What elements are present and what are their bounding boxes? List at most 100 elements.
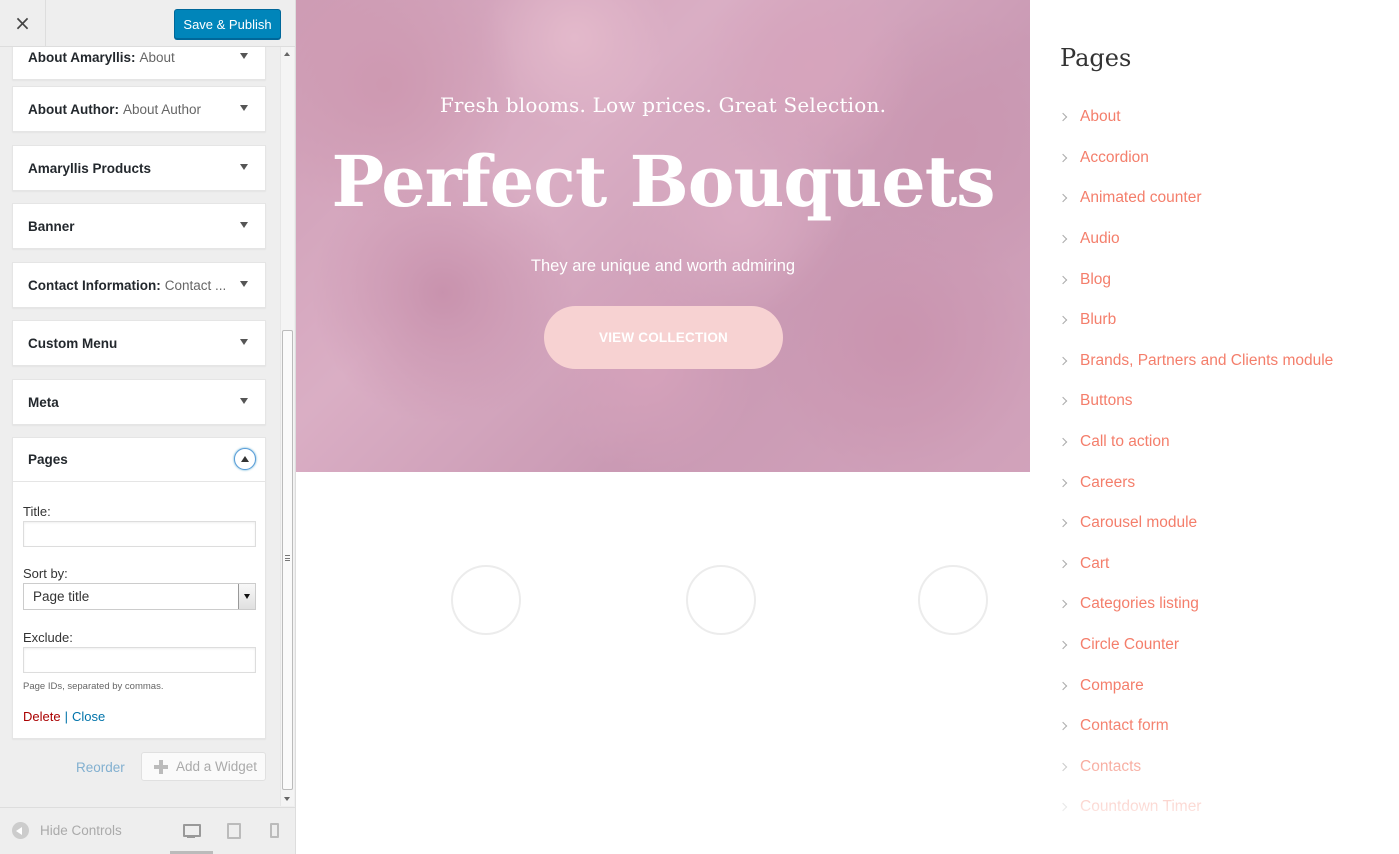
widget-header[interactable]: Amaryllis Products: [13, 146, 265, 190]
chevron-right-icon: [1058, 194, 1068, 203]
pages-widget-title: Pages: [1060, 44, 1132, 72]
chevron-right-icon: [1058, 234, 1068, 244]
chevron-right-icon: [1058, 681, 1068, 690]
close-widget-link[interactable]: Close: [72, 709, 105, 724]
view-collection-button[interactable]: VIEW COLLECTION: [544, 306, 783, 369]
widget-header[interactable]: Custom Menu: [13, 321, 265, 365]
widget-header[interactable]: Contact Information: Contact ...: [13, 263, 265, 307]
widget-amaryllis-products[interactable]: Amaryllis Products: [12, 145, 266, 191]
page-link-label: Blurb: [1080, 311, 1117, 329]
widget-title: Meta: [28, 394, 59, 410]
expand-arrow-icon[interactable]: [240, 53, 248, 59]
page-link-label: Animated counter: [1080, 189, 1202, 207]
collapse-arrow-icon[interactable]: [234, 448, 256, 470]
expand-arrow-icon[interactable]: [240, 339, 248, 345]
widget-about-amaryllis[interactable]: About Amaryllis: About: [12, 47, 266, 80]
page-link-item[interactable]: Countdown Timer: [1058, 787, 1380, 828]
page-link-item[interactable]: Call to action: [1058, 422, 1380, 463]
page-link-label: About: [1080, 108, 1121, 126]
widget-title: Contact Information:: [28, 277, 161, 293]
expand-arrow-icon[interactable]: [240, 105, 248, 111]
widget-header[interactable]: Banner: [13, 204, 265, 248]
chevron-right-icon: [1058, 518, 1068, 528]
page-link-item[interactable]: Accordion: [1058, 138, 1380, 179]
site-preview: Fresh blooms. Low prices. Great Selectio…: [296, 0, 1399, 854]
chevron-right-icon: [1058, 113, 1068, 122]
scroll-down-arrow-icon[interactable]: [284, 797, 290, 801]
mobile-preview-icon[interactable]: [269, 823, 279, 839]
widget-header[interactable]: Pages: [13, 438, 265, 482]
delete-widget-link[interactable]: Delete: [23, 709, 61, 724]
panel-scrollbar[interactable]: [280, 47, 294, 806]
chevron-right-icon: [1058, 762, 1068, 772]
widget-header[interactable]: Meta: [13, 380, 265, 424]
reorder-link[interactable]: Reorder: [76, 760, 125, 775]
brand-logo-4: [686, 565, 756, 635]
page-link-item[interactable]: Careers: [1058, 462, 1380, 503]
customizer-header: × Save & Publish: [0, 0, 295, 47]
hero-banner: Fresh blooms. Low prices. Great Selectio…: [296, 0, 1030, 472]
close-icon: ×: [14, 11, 31, 35]
tablet-preview-icon[interactable]: [226, 823, 244, 839]
widget-meta[interactable]: Meta: [12, 379, 266, 425]
page-link-label: Careers: [1080, 473, 1136, 491]
chevron-right-icon: [1058, 600, 1068, 609]
page-link-label: Compare: [1080, 676, 1144, 694]
page-link-label: Categories listing: [1080, 595, 1199, 613]
exclude-label: Exclude:: [23, 630, 73, 645]
page-link-label: Audio: [1080, 230, 1120, 248]
expand-arrow-icon[interactable]: [240, 281, 248, 287]
page-link-item[interactable]: Brands, Partners and Clients module: [1058, 341, 1380, 382]
page-link-item[interactable]: About: [1058, 97, 1380, 138]
widget-subtitle: About Author: [122, 101, 202, 117]
widget-contact-information[interactable]: Contact Information: Contact ...: [12, 262, 266, 308]
add-widget-button[interactable]: Add a Widget: [141, 752, 266, 781]
page-link-item[interactable]: Blog: [1058, 259, 1380, 300]
page-link-item[interactable]: Animated counter: [1058, 178, 1380, 219]
widget-subtitle: Contact ...: [164, 277, 227, 293]
page-link-item[interactable]: Contacts: [1058, 747, 1380, 788]
page-link-item[interactable]: Categories listing: [1058, 584, 1380, 625]
title-input[interactable]: [23, 521, 256, 547]
chevron-right-icon: [1058, 437, 1068, 447]
action-separator: |: [64, 709, 68, 724]
widget-title: About Amaryllis:: [28, 49, 136, 65]
hide-controls-button[interactable]: Hide Controls: [12, 822, 122, 839]
page-link-label: Carousel module: [1080, 514, 1198, 532]
exclude-input[interactable]: [23, 647, 256, 673]
save-publish-button[interactable]: Save & Publish: [174, 9, 281, 39]
page-link-item[interactable]: Buttons: [1058, 381, 1380, 422]
page-link-item[interactable]: Compare: [1058, 665, 1380, 706]
scrollbar-thumb[interactable]: [282, 330, 293, 790]
widget-about-author[interactable]: About Author: About Author: [12, 86, 266, 132]
widget-pages-expanded: Pages Title: Sort by: Page title Exclude…: [12, 437, 266, 739]
expand-arrow-icon[interactable]: [240, 164, 248, 170]
widget-title: Pages: [28, 452, 68, 467]
page-link-label: Contact form: [1080, 717, 1169, 735]
hero-overlay: [296, 0, 1030, 472]
widget-custom-menu[interactable]: Custom Menu: [12, 320, 266, 366]
chevron-right-icon: [1058, 153, 1068, 163]
dropdown-arrow-icon[interactable]: [238, 584, 255, 609]
page-link-item[interactable]: Blurb: [1058, 300, 1380, 341]
chevron-right-icon: [1058, 803, 1068, 812]
sort-by-label: Sort by:: [23, 566, 68, 581]
widget-title: Custom Menu: [28, 335, 118, 351]
page-link-item[interactable]: Carousel module: [1058, 503, 1380, 544]
expand-arrow-icon[interactable]: [240, 398, 248, 404]
scroll-up-arrow-icon[interactable]: [284, 52, 290, 56]
close-customizer-button[interactable]: ×: [0, 0, 46, 46]
page-link-item[interactable]: Contact form: [1058, 706, 1380, 747]
widget-header[interactable]: About Amaryllis: About: [13, 47, 265, 79]
widget-banner[interactable]: Banner: [12, 203, 266, 249]
sort-by-select[interactable]: Page title: [23, 583, 256, 610]
desktop-preview-icon[interactable]: [182, 823, 201, 839]
exclude-hint: Page IDs, separated by commas.: [23, 681, 164, 692]
page-link-item[interactable]: Circle Counter: [1058, 625, 1380, 666]
page-link-item[interactable]: Cart: [1058, 544, 1380, 585]
add-widget-label: Add a Widget: [176, 759, 258, 774]
page-link-item[interactable]: Audio: [1058, 219, 1380, 260]
chevron-right-icon: [1058, 316, 1068, 325]
expand-arrow-icon[interactable]: [240, 222, 248, 228]
widget-header[interactable]: About Author: About Author: [13, 87, 265, 131]
